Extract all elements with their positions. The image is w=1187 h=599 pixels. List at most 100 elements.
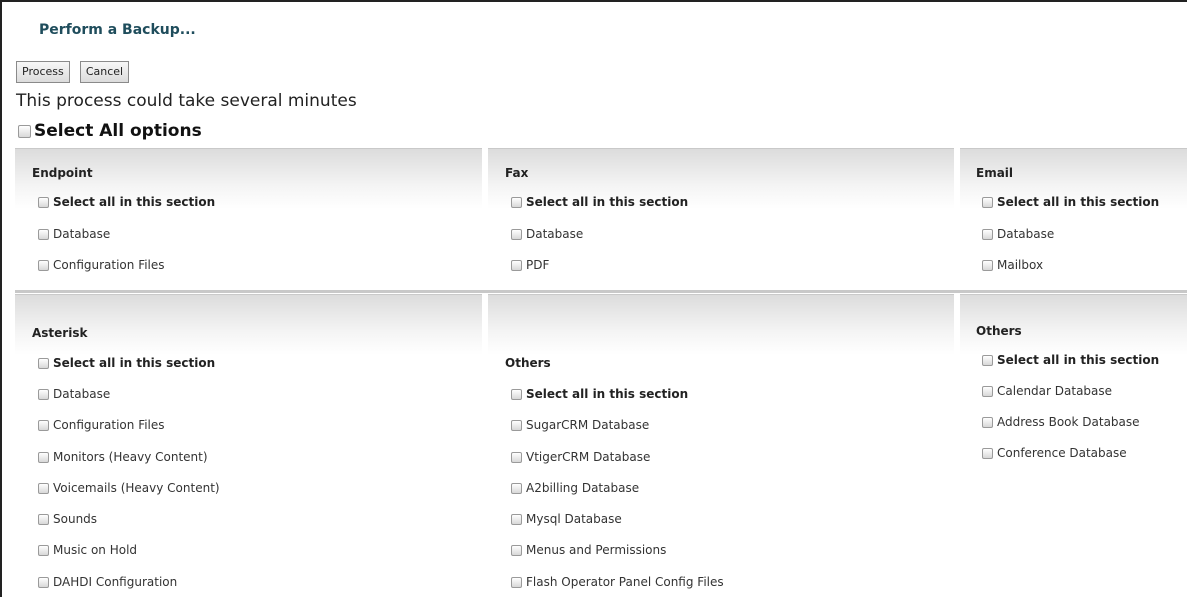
option-label: Music on Hold: [53, 543, 138, 557]
checkbox[interactable]: [982, 259, 993, 271]
option-asterisk-dahdi-configuration[interactable]: DAHDI Configuration: [38, 575, 177, 589]
section-title-others-right: Others: [976, 324, 1022, 338]
option-label: Select all in this section: [53, 356, 216, 370]
select-all-fax[interactable]: Select all in this section: [511, 195, 688, 209]
process-hint: This process could take several minutes: [16, 91, 357, 111]
option-calendar-database[interactable]: Calendar Database: [982, 384, 1112, 398]
select-all-endpoint[interactable]: Select all in this section: [38, 195, 215, 209]
option-label: PDF: [526, 258, 550, 272]
option-fax-pdf[interactable]: PDF: [511, 258, 549, 272]
checkbox[interactable]: [18, 124, 31, 138]
checkbox[interactable]: [511, 513, 522, 525]
option-label: SugarCRM Database: [526, 418, 650, 432]
checkbox[interactable]: [38, 576, 49, 588]
select-all-options[interactable]: Select All options: [18, 121, 202, 141]
checkbox[interactable]: [38, 451, 49, 463]
checkbox[interactable]: [511, 482, 522, 494]
option-menus-and-permissions[interactable]: Menus and Permissions: [511, 543, 666, 557]
option-label: Sounds: [53, 512, 98, 526]
option-label: Voicemails (Heavy Content): [53, 481, 220, 495]
option-asterisk-monitors[interactable]: Monitors (Heavy Content): [38, 450, 208, 464]
option-asterisk-database[interactable]: Database: [38, 387, 110, 401]
checkbox[interactable]: [982, 447, 993, 459]
option-mysql-database[interactable]: Mysql Database: [511, 512, 622, 526]
checkbox[interactable]: [38, 228, 49, 240]
option-conference-database[interactable]: Conference Database: [982, 446, 1127, 460]
select-all-others-mid[interactable]: Select all in this section: [511, 387, 688, 401]
option-asterisk-voicemails[interactable]: Voicemails (Heavy Content): [38, 481, 220, 495]
option-label: Monitors (Heavy Content): [53, 450, 208, 464]
select-all-options-label: Select All options: [34, 121, 202, 141]
checkbox[interactable]: [38, 544, 49, 556]
option-label: Calendar Database: [997, 384, 1113, 398]
option-label: Menus and Permissions: [526, 543, 667, 557]
option-label: Select all in this section: [997, 353, 1160, 367]
option-address-book-database[interactable]: Address Book Database: [982, 415, 1140, 429]
option-label: Database: [526, 227, 584, 241]
checkbox[interactable]: [511, 576, 522, 588]
checkbox[interactable]: [38, 513, 49, 525]
option-label: Mysql Database: [526, 512, 622, 526]
checkbox[interactable]: [982, 196, 993, 208]
option-label: Database: [53, 387, 111, 401]
option-asterisk-sounds[interactable]: Sounds: [38, 512, 97, 526]
section-title-fax: Fax: [505, 166, 529, 180]
option-label: Configuration Files: [53, 418, 165, 432]
section-title-others-mid: Others: [505, 356, 551, 370]
option-sugarcrm-database[interactable]: SugarCRM Database: [511, 418, 649, 432]
section-title-email: Email: [976, 166, 1014, 180]
option-label: Select all in this section: [526, 387, 689, 401]
checkbox[interactable]: [511, 451, 522, 463]
select-all-email[interactable]: Select all in this section: [982, 195, 1159, 209]
option-label: Mailbox: [997, 258, 1044, 272]
checkbox[interactable]: [511, 228, 522, 240]
option-asterisk-music-on-hold[interactable]: Music on Hold: [38, 543, 137, 557]
option-vtigercrm-database[interactable]: VtigerCRM Database: [511, 450, 650, 464]
checkbox[interactable]: [38, 357, 49, 369]
checkbox[interactable]: [511, 419, 522, 431]
option-label: Configuration Files: [53, 258, 165, 272]
toolbar: Process Cancel: [16, 60, 134, 83]
option-label: Select all in this section: [997, 195, 1160, 209]
select-all-asterisk[interactable]: Select all in this section: [38, 356, 215, 370]
checkbox[interactable]: [511, 544, 522, 556]
panel-fax: [488, 148, 954, 291]
option-flash-operator-panel[interactable]: Flash Operator Panel Config Files: [511, 575, 724, 589]
option-label: Conference Database: [997, 446, 1127, 460]
checkbox[interactable]: [511, 259, 522, 271]
option-label: Select all in this section: [53, 195, 216, 209]
option-endpoint-database[interactable]: Database: [38, 227, 110, 241]
option-label: A2billing Database: [526, 481, 640, 495]
option-label: Address Book Database: [997, 415, 1140, 429]
checkbox[interactable]: [38, 419, 49, 431]
checkbox[interactable]: [38, 196, 49, 208]
option-email-database[interactable]: Database: [982, 227, 1054, 241]
checkbox[interactable]: [38, 388, 49, 400]
row-divider: [15, 290, 1187, 293]
option-label: VtigerCRM Database: [526, 450, 651, 464]
option-fax-database[interactable]: Database: [511, 227, 583, 241]
checkbox[interactable]: [38, 259, 49, 271]
section-title-asterisk: Asterisk: [32, 326, 88, 340]
checkbox[interactable]: [511, 388, 522, 400]
option-email-mailbox[interactable]: Mailbox: [982, 258, 1043, 272]
checkbox[interactable]: [982, 385, 993, 397]
checkbox[interactable]: [38, 482, 49, 494]
section-title-endpoint: Endpoint: [32, 166, 93, 180]
select-all-others-right[interactable]: Select all in this section: [982, 353, 1159, 367]
checkbox[interactable]: [982, 416, 993, 428]
option-label: DAHDI Configuration: [53, 575, 178, 589]
option-a2billing-database[interactable]: A2billing Database: [511, 481, 639, 495]
option-label: Database: [53, 227, 111, 241]
process-button[interactable]: Process: [16, 61, 70, 83]
option-asterisk-configuration-files[interactable]: Configuration Files: [38, 418, 165, 432]
checkbox[interactable]: [982, 228, 993, 240]
checkbox[interactable]: [982, 354, 993, 366]
option-label: Select all in this section: [526, 195, 689, 209]
cancel-button[interactable]: Cancel: [79, 61, 130, 83]
option-label: Flash Operator Panel Config Files: [526, 575, 724, 589]
option-endpoint-configuration-files[interactable]: Configuration Files: [38, 258, 165, 272]
page-title: Perform a Backup...: [39, 22, 196, 38]
checkbox[interactable]: [511, 196, 522, 208]
option-label: Database: [997, 227, 1055, 241]
